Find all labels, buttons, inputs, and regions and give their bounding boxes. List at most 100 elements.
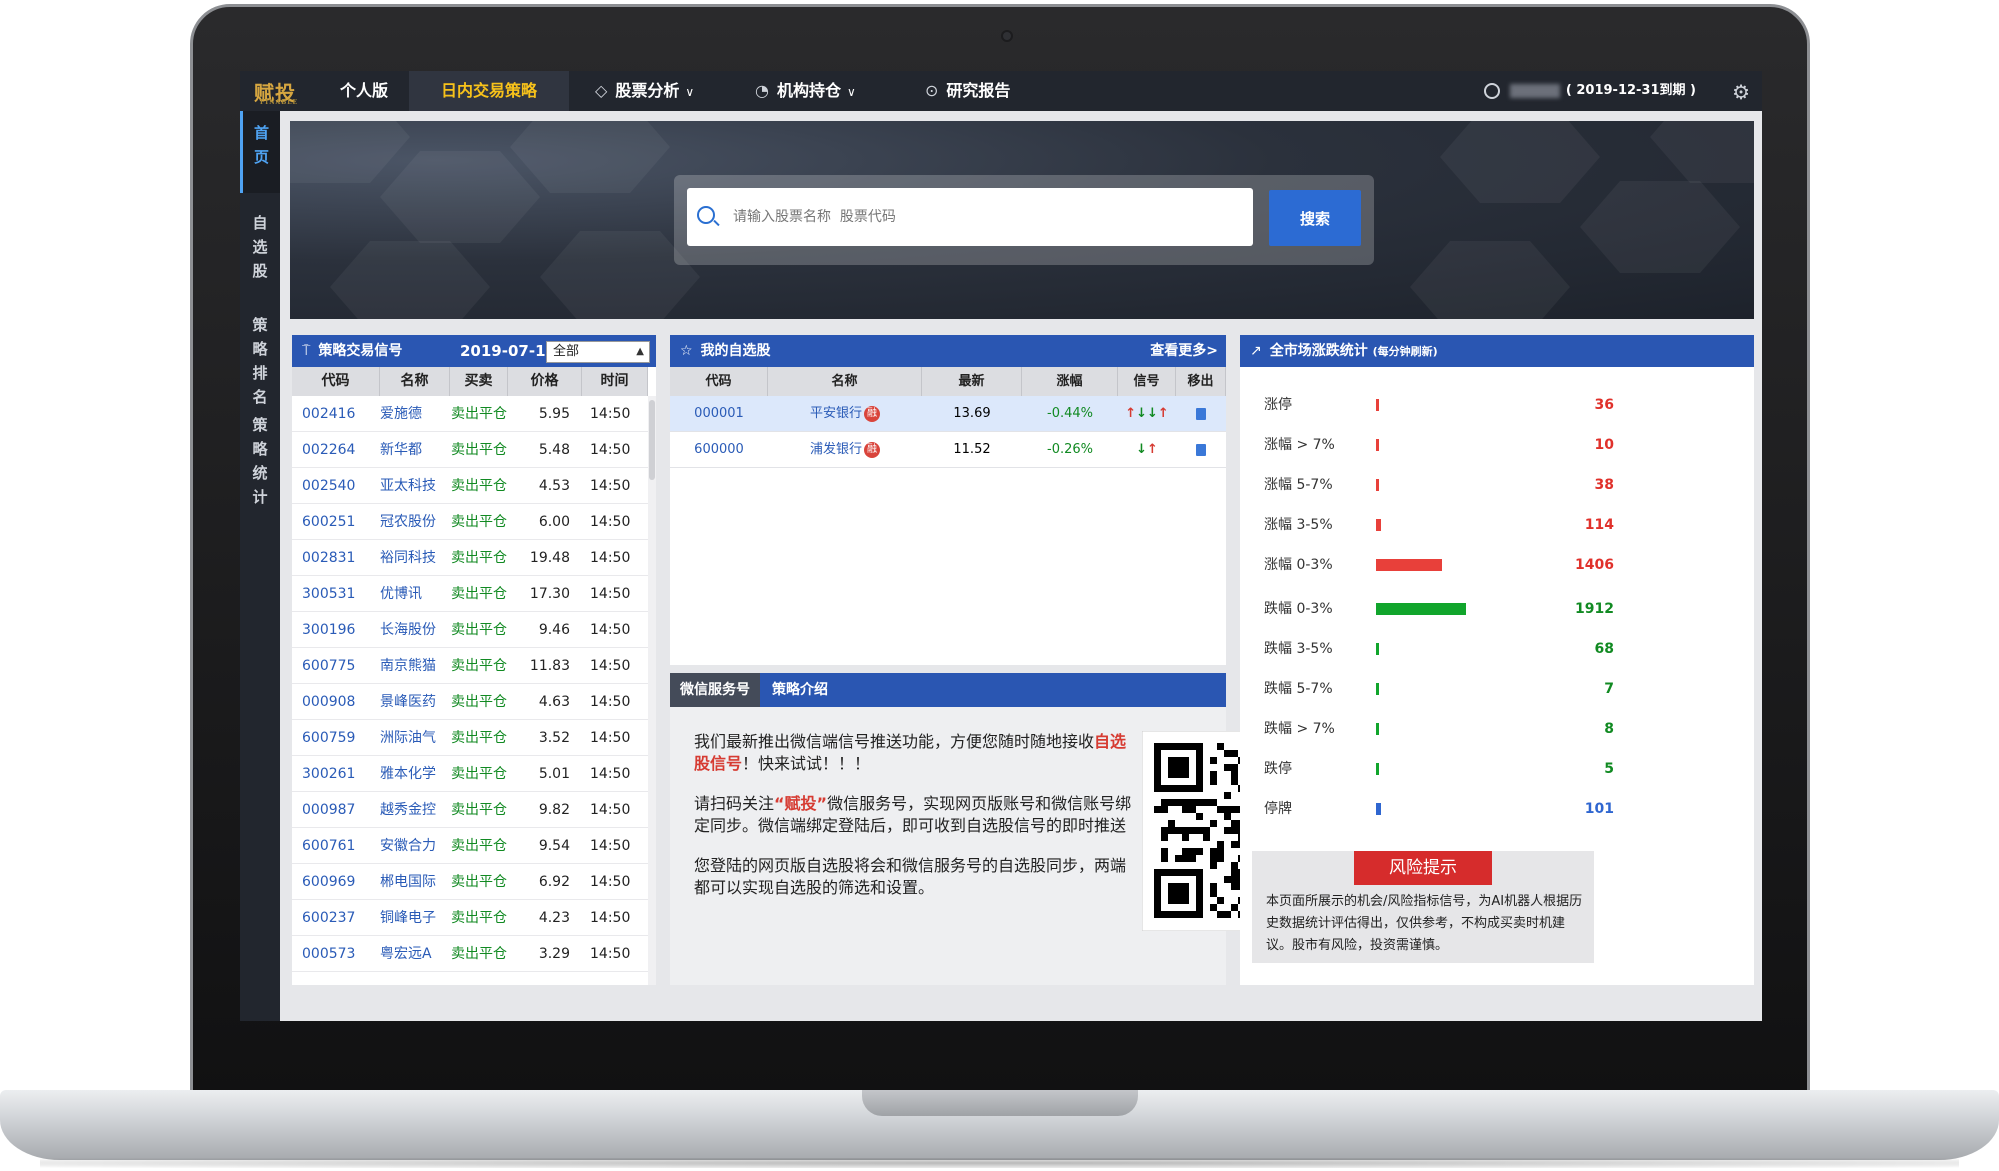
signal-code[interactable]: 600969	[292, 864, 380, 900]
table-row[interactable]: 002540 亚太科技 卖出平仓 4.53 14:50	[292, 468, 648, 504]
logo[interactable]: 赋投 FINABLE	[254, 77, 326, 106]
tab-wechat-service[interactable]: 微信服务号	[670, 673, 760, 707]
top-nav: 赋投 FINABLE 个人版 日内交易策略 ◇ 股票分析 ∨ ◔ 机构持仓 ∨ ⊙ 研究报告…	[240, 71, 1762, 111]
table-row[interactable]: 000987 越秀金控 卖出平仓 9.82 14:50	[292, 792, 648, 828]
search-icon	[697, 206, 715, 224]
market-stat-row: 跌幅 0-3% 1912	[1264, 593, 1624, 625]
sidebar-item-strategy-stats[interactable]: 策略统计	[240, 413, 280, 509]
table-row[interactable]: 300531 优博讯 卖出平仓 17.30 14:50	[292, 576, 648, 612]
watch-code[interactable]: 600000	[670, 432, 768, 468]
signal-code[interactable]: 002416	[292, 396, 380, 432]
signal-name[interactable]: 雅本化学	[380, 756, 450, 792]
table-row[interactable]: 002416 爱施德 卖出平仓 5.95 14:50	[292, 396, 648, 432]
nav-institution-holdings[interactable]: ◔ 机构持仓 ∨	[755, 71, 856, 111]
column-header[interactable]: 信号	[1118, 367, 1176, 396]
user-menu[interactable]: ( 2019-12-31到期 )	[1483, 71, 1696, 111]
signal-code[interactable]: 000987	[292, 792, 380, 828]
signal-name[interactable]: 越秀金控	[380, 792, 450, 828]
signal-code[interactable]: 600761	[292, 828, 380, 864]
signal-code[interactable]: 600775	[292, 648, 380, 684]
chevron-down-icon: ∨	[685, 85, 695, 99]
table-row[interactable]: 600237 铜峰电子 卖出平仓 4.23 14:50	[292, 900, 648, 936]
watch-change: -0.44%	[1047, 406, 1093, 421]
column-header-sortable[interactable]: 最新	[922, 367, 1022, 396]
column-header[interactable]: 名称	[768, 367, 922, 396]
column-header[interactable]: 时间	[582, 367, 648, 396]
gear-icon[interactable]: ⚙	[1732, 80, 1750, 104]
column-header[interactable]: 买卖	[450, 367, 508, 396]
tab-strategy-intro[interactable]: 策略介绍	[762, 673, 838, 707]
search-input[interactable]	[733, 188, 1233, 246]
nav-personal[interactable]: 个人版	[340, 71, 388, 111]
table-row[interactable]: 300196 长海股份 卖出平仓 9.46 14:50	[292, 612, 648, 648]
column-header[interactable]: 名称	[380, 367, 450, 396]
signal-name[interactable]: 郴电国际	[380, 864, 450, 900]
column-header[interactable]: 代码	[292, 367, 380, 396]
sidebar-item-home[interactable]: 首页	[240, 111, 280, 193]
search-button[interactable]: 搜索	[1269, 190, 1361, 246]
trash-icon[interactable]	[1196, 444, 1206, 456]
table-row[interactable]: 000908 景峰医药 卖出平仓 4.63 14:50	[292, 684, 648, 720]
signal-code[interactable]: 300196	[292, 612, 380, 648]
watch-name-cell[interactable]: 平安银行融	[768, 396, 922, 432]
signal-code[interactable]: 600759	[292, 720, 380, 756]
column-header-sortable[interactable]: 涨幅	[1022, 367, 1118, 396]
market-stat-label: 涨幅 0-3%	[1264, 557, 1333, 573]
signal-price: 19.48	[529, 550, 570, 566]
signal-name[interactable]: 铜峰电子	[380, 900, 450, 936]
signal-name[interactable]: 南京熊猫	[380, 648, 450, 684]
signal-code[interactable]: 300531	[292, 576, 380, 612]
table-row[interactable]: 000573 粤宏远A 卖出平仓 3.29 14:50	[292, 936, 648, 972]
nav-research-report[interactable]: ⊙ 研究报告	[925, 71, 1010, 111]
table-row[interactable]: 600775 南京熊猫 卖出平仓 11.83 14:50	[292, 648, 648, 684]
signal-name[interactable]: 亚太科技	[380, 468, 450, 504]
signal-name[interactable]: 新华都	[380, 432, 450, 468]
trash-icon[interactable]	[1196, 408, 1206, 420]
scrollbar-thumb[interactable]	[649, 400, 655, 480]
sidebar-item-watchlist[interactable]: 自选股	[240, 211, 280, 283]
signal-time: 14:50	[590, 766, 631, 782]
signal-name[interactable]: 冠农股份	[380, 504, 450, 540]
table-row[interactable]: 600969 郴电国际 卖出平仓 6.92 14:50	[292, 864, 648, 900]
watch-code[interactable]: 000001	[670, 396, 768, 432]
signal-name[interactable]: 洲际油气	[380, 720, 450, 756]
signal-name[interactable]: 裕同科技	[380, 540, 450, 576]
signal-name[interactable]: 爱施德	[380, 396, 450, 432]
signal-code[interactable]: 002831	[292, 540, 380, 576]
signal-name[interactable]: 优博讯	[380, 576, 450, 612]
signal-name[interactable]: 长海股份	[380, 612, 450, 648]
watchlist-more-link[interactable]: 查看更多>	[1150, 335, 1218, 367]
table-row[interactable]: 600251 冠农股份 卖出平仓 6.00 14:50	[292, 504, 648, 540]
column-header[interactable]: 价格	[508, 367, 582, 396]
table-row[interactable]: 300261 雅本化学 卖出平仓 5.01 14:50	[292, 756, 648, 792]
screen: 赋投 FINABLE 个人版 日内交易策略 ◇ 股票分析 ∨ ◔ 机构持仓 ∨ ⊙ 研究报告…	[240, 71, 1762, 1021]
table-row[interactable]: 002831 裕同科技 卖出平仓 19.48 14:50	[292, 540, 648, 576]
signal-name[interactable]: 景峰医药	[380, 684, 450, 720]
column-header[interactable]: 代码	[670, 367, 768, 396]
signal-code[interactable]: 600251	[292, 504, 380, 540]
signal-code[interactable]: 002540	[292, 468, 380, 504]
sidebar-item-strategy-ranking[interactable]: 策略排名	[240, 313, 280, 409]
nav-intraday-strategy[interactable]: 日内交易策略	[409, 71, 569, 111]
signal-code[interactable]: 000573	[292, 936, 380, 972]
hex-decoration	[290, 121, 410, 183]
signal-name[interactable]: 安徽合力	[380, 828, 450, 864]
nav-stock-analysis[interactable]: ◇ 股票分析 ∨	[595, 71, 694, 111]
user-icon	[1483, 82, 1500, 99]
table-row[interactable]: 000001 平安银行融 13.69 -0.44% ↑↓↓↑	[670, 396, 1226, 432]
hex-decoration	[1580, 181, 1740, 273]
table-row[interactable]: 600761 安徽合力 卖出平仓 9.54 14:50	[292, 828, 648, 864]
table-row[interactable]: 600759 洲际油气 卖出平仓 3.52 14:50	[292, 720, 648, 756]
watch-name-cell[interactable]: 浦发银行融	[768, 432, 922, 468]
search-report-icon: ⊙	[925, 81, 939, 100]
market-stat-row: 跌幅 5-7% 7	[1264, 673, 1624, 705]
signal-code[interactable]: 300261	[292, 756, 380, 792]
signals-scrollbar[interactable]	[648, 396, 656, 985]
signal-name[interactable]: 粤宏远A	[380, 936, 450, 972]
signal-code[interactable]: 600237	[292, 900, 380, 936]
signal-code[interactable]: 000908	[292, 684, 380, 720]
table-row[interactable]: 600000 浦发银行融 11.52 -0.26% ↓↑	[670, 432, 1226, 468]
signal-code[interactable]: 002264	[292, 432, 380, 468]
signals-filter-select[interactable]: 全部▲▼	[546, 341, 650, 377]
table-row[interactable]: 002264 新华都 卖出平仓 5.48 14:50	[292, 432, 648, 468]
